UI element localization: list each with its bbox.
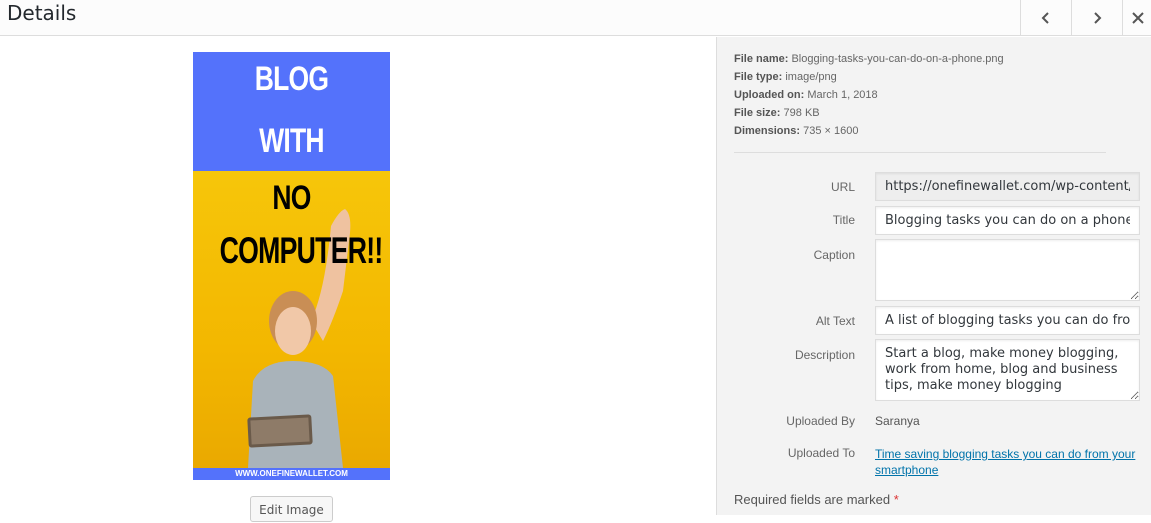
image-text-line: BLOG	[254, 60, 329, 98]
divider	[734, 152, 1106, 153]
alt-text-field[interactable]	[875, 306, 1140, 335]
uploaded-by-label: Uploaded By	[786, 414, 855, 428]
close-icon	[1132, 12, 1144, 24]
file-type-value: image/png	[785, 71, 837, 83]
uploaded-to-link[interactable]: Time saving blogging tasks you can do fr…	[875, 447, 1135, 477]
alt-text-label: Alt Text	[815, 314, 855, 328]
file-size-value: 798 KB	[783, 107, 820, 119]
file-name-value: Blogging-tasks-you-can-do-on-a-phone.png	[791, 53, 1004, 65]
caption-label: Caption	[813, 248, 855, 262]
image-text-line: WITH	[259, 122, 324, 160]
image-text-line: COMPUTER!!	[219, 230, 384, 271]
previous-button[interactable]	[1020, 0, 1070, 36]
file-type-label: File type:	[734, 71, 783, 83]
required-star: *	[893, 492, 899, 507]
modal-header: Details	[0, 0, 1151, 36]
title-field[interactable]	[875, 206, 1140, 235]
uploaded-on-row: Uploaded on: March 1, 2018	[734, 86, 1004, 104]
uploaded-by-value: Saranya	[875, 414, 920, 428]
chevron-right-icon	[1093, 12, 1101, 24]
description-field[interactable]: Start a blog, make money blogging, work …	[875, 339, 1140, 401]
uploaded-on-value: March 1, 2018	[807, 89, 878, 101]
required-text: Required fields are marked	[734, 492, 891, 507]
file-size-row: File size: 798 KB	[734, 104, 1004, 122]
caption-field[interactable]	[875, 239, 1140, 301]
attachment-image: BLOG WITH NO COMPUTER!! WWW.ONEFINEWALLE…	[193, 52, 390, 480]
image-footer-text: WWW.ONEFINEWALLET.COM	[193, 468, 390, 480]
file-name-label: File name:	[734, 53, 789, 65]
dimensions-label: Dimensions:	[734, 125, 801, 137]
image-preview-panel: BLOG WITH NO COMPUTER!! WWW.ONEFINEWALLE…	[0, 37, 716, 522]
attachment-info-panel: File name: Blogging-tasks-you-can-do-on-…	[716, 37, 1151, 515]
file-size-label: File size:	[734, 107, 781, 119]
description-label: Description	[794, 348, 855, 362]
file-type-row: File type: image/png	[734, 68, 1004, 86]
chevron-left-icon	[1041, 12, 1049, 24]
uploaded-to-value: Time saving blogging tasks you can do fr…	[875, 446, 1141, 478]
image-text-line: NO	[272, 179, 311, 217]
next-button[interactable]	[1071, 0, 1121, 36]
file-details: File name: Blogging-tasks-you-can-do-on-…	[734, 50, 1004, 140]
uploaded-on-label: Uploaded on:	[734, 89, 805, 101]
required-note: Required fields are marked *	[734, 492, 899, 507]
dimensions-row: Dimensions: 735 × 1600	[734, 122, 1004, 140]
close-button[interactable]	[1122, 0, 1151, 36]
uploaded-to-label: Uploaded To	[787, 446, 855, 460]
page-title: Details	[7, 1, 77, 25]
edit-image-button[interactable]: Edit Image	[250, 496, 333, 522]
url-label: URL	[830, 180, 855, 194]
dimensions-value: 735 × 1600	[803, 125, 859, 137]
title-label: Title	[832, 213, 855, 227]
file-name-row: File name: Blogging-tasks-you-can-do-on-…	[734, 50, 1004, 68]
url-field[interactable]	[875, 172, 1140, 201]
